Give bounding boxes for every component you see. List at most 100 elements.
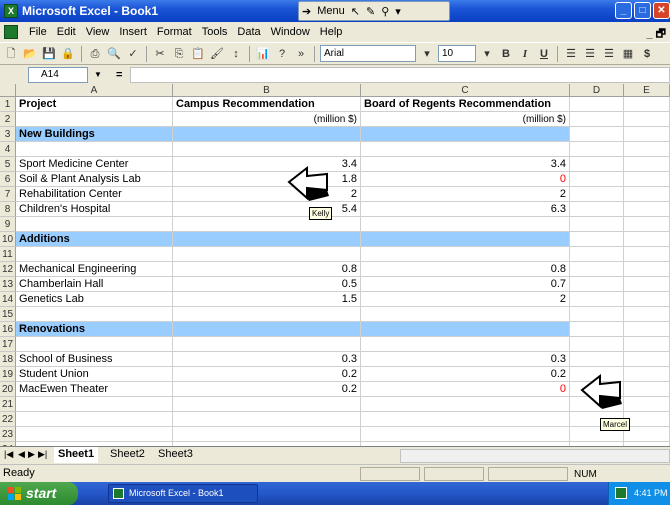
floating-toolbar[interactable]: ➔ Menu ↖ ✎ ⚲ ▾ <box>298 1 450 21</box>
cell-b4[interactable] <box>173 142 361 157</box>
cell-d1[interactable] <box>570 97 624 112</box>
cell-d11[interactable] <box>570 247 624 262</box>
save-icon[interactable]: 💾 <box>41 46 57 62</box>
cell-b20[interactable]: 0.2 <box>173 382 361 397</box>
cell-b19[interactable]: 0.2 <box>173 367 361 382</box>
bold-button[interactable]: B <box>498 46 514 62</box>
menu-view[interactable]: View <box>81 26 115 38</box>
cell-c2[interactable]: (million $) <box>361 112 570 127</box>
cell-b1[interactable]: Campus Recommendation <box>173 97 361 112</box>
cell-a20[interactable]: MacEwen Theater <box>16 382 173 397</box>
cell-a10[interactable]: Additions <box>16 232 173 247</box>
left-arrow-shape-kelly[interactable] <box>287 166 331 202</box>
cell-a7[interactable]: Rehabilitation Center <box>16 187 173 202</box>
select-all-corner[interactable] <box>0 84 16 97</box>
row-header[interactable]: 19 <box>0 367 16 382</box>
row-header[interactable]: 20 <box>0 382 16 397</box>
cell-c3[interactable] <box>361 127 570 142</box>
currency-icon[interactable]: $ <box>639 46 655 62</box>
cell-d16[interactable] <box>570 322 624 337</box>
cell-d10[interactable] <box>570 232 624 247</box>
formula-input[interactable] <box>130 66 670 83</box>
cell-e6[interactable] <box>624 172 670 187</box>
row-header[interactable]: 23 <box>0 427 16 442</box>
cell-e7[interactable] <box>624 187 670 202</box>
cell-c11[interactable] <box>361 247 570 262</box>
cell-e15[interactable] <box>624 307 670 322</box>
row-header[interactable]: 21 <box>0 397 16 412</box>
floating-menu-label[interactable]: Menu <box>317 5 345 17</box>
worksheet-grid[interactable]: A B C D E 1 Project Campus Recommendation B… <box>0 84 670 446</box>
row-header[interactable]: 13 <box>0 277 16 292</box>
row-header[interactable]: 18 <box>0 352 16 367</box>
underline-button[interactable]: U <box>536 46 552 62</box>
pen-tool-icon[interactable]: ✎ <box>366 5 375 18</box>
cell-c8[interactable]: 6.3 <box>361 202 570 217</box>
cell-e17[interactable] <box>624 337 670 352</box>
row-header[interactable]: 5 <box>0 157 16 172</box>
column-header-c[interactable]: C <box>361 84 570 97</box>
cell-d7[interactable] <box>570 187 624 202</box>
row-header[interactable]: 22 <box>0 412 16 427</box>
column-header-a[interactable]: A <box>16 84 173 97</box>
cell-b18[interactable]: 0.3 <box>173 352 361 367</box>
row-header[interactable]: 15 <box>0 307 16 322</box>
comment-note-kelly[interactable]: Kelly <box>309 207 333 220</box>
cell-a1[interactable]: Project <box>16 97 173 112</box>
row-header[interactable]: 9 <box>0 217 16 232</box>
cell-c10[interactable] <box>361 232 570 247</box>
cell-b2[interactable]: (million $) <box>173 112 361 127</box>
cell-b13[interactable]: 0.5 <box>173 277 361 292</box>
cell-b6[interactable]: 1.8 <box>173 172 361 187</box>
menu-data[interactable]: Data <box>232 26 265 38</box>
cell-a3[interactable]: New Buildings <box>16 127 173 142</box>
cell-a18[interactable]: School of Business <box>16 352 173 367</box>
name-box-dropdown-icon[interactable]: ▼ <box>91 68 105 82</box>
cell-a19[interactable]: Student Union <box>16 367 173 382</box>
row-header[interactable]: 14 <box>0 292 16 307</box>
cell-c19[interactable]: 0.2 <box>361 367 570 382</box>
cell-d9[interactable] <box>570 217 624 232</box>
menu-insert[interactable]: Insert <box>114 26 152 38</box>
start-button[interactable]: start <box>0 482 78 505</box>
cell-a11[interactable] <box>16 247 173 262</box>
format-painter-icon[interactable]: 🖌 <box>209 46 225 62</box>
minimize-button[interactable]: _ <box>615 2 632 19</box>
cell-d6[interactable] <box>570 172 624 187</box>
horizontal-scrollbar[interactable] <box>400 449 670 463</box>
cell-c20[interactable]: 0 <box>361 382 570 397</box>
cell-a9[interactable] <box>16 217 173 232</box>
cell-a4[interactable] <box>16 142 173 157</box>
cell-b16[interactable] <box>173 322 361 337</box>
size-dropdown-icon[interactable]: ▾ <box>479 46 495 62</box>
menu-edit[interactable]: Edit <box>52 26 81 38</box>
cell-a2[interactable] <box>16 112 173 127</box>
spelling-icon[interactable]: ✓ <box>125 46 141 62</box>
tab-sheet1[interactable]: Sheet1 <box>54 447 99 463</box>
cell-a8[interactable]: Children's Hospital <box>16 202 173 217</box>
cell-b9[interactable] <box>173 217 361 232</box>
cell-c23[interactable] <box>361 427 570 442</box>
eraser-tool-icon[interactable]: ▾ <box>395 5 401 18</box>
tab-sheet2[interactable]: Sheet2 <box>106 447 149 463</box>
row-header[interactable]: 7 <box>0 187 16 202</box>
column-header-b[interactable]: B <box>173 84 361 97</box>
cell-a6[interactable]: Soil & Plant Analysis Lab <box>16 172 173 187</box>
cell-d18[interactable] <box>570 352 624 367</box>
font-dropdown-icon[interactable]: ▾ <box>419 46 435 62</box>
cell-b3[interactable] <box>173 127 361 142</box>
cell-d12[interactable] <box>570 262 624 277</box>
cell-b5[interactable]: 3.4 <box>173 157 361 172</box>
row-header[interactable]: 12 <box>0 262 16 277</box>
open-icon[interactable]: 📂 <box>22 46 38 62</box>
cell-e23[interactable] <box>624 427 670 442</box>
cell-e3[interactable] <box>624 127 670 142</box>
zoom-tool-icon[interactable]: ⚲ <box>381 5 389 18</box>
print-icon[interactable]: ⎙ <box>87 46 103 62</box>
cell-d15[interactable] <box>570 307 624 322</box>
cell-e16[interactable] <box>624 322 670 337</box>
row-header[interactable]: 4 <box>0 142 16 157</box>
row-header[interactable]: 6 <box>0 172 16 187</box>
cell-c22[interactable] <box>361 412 570 427</box>
cell-d5[interactable] <box>570 157 624 172</box>
